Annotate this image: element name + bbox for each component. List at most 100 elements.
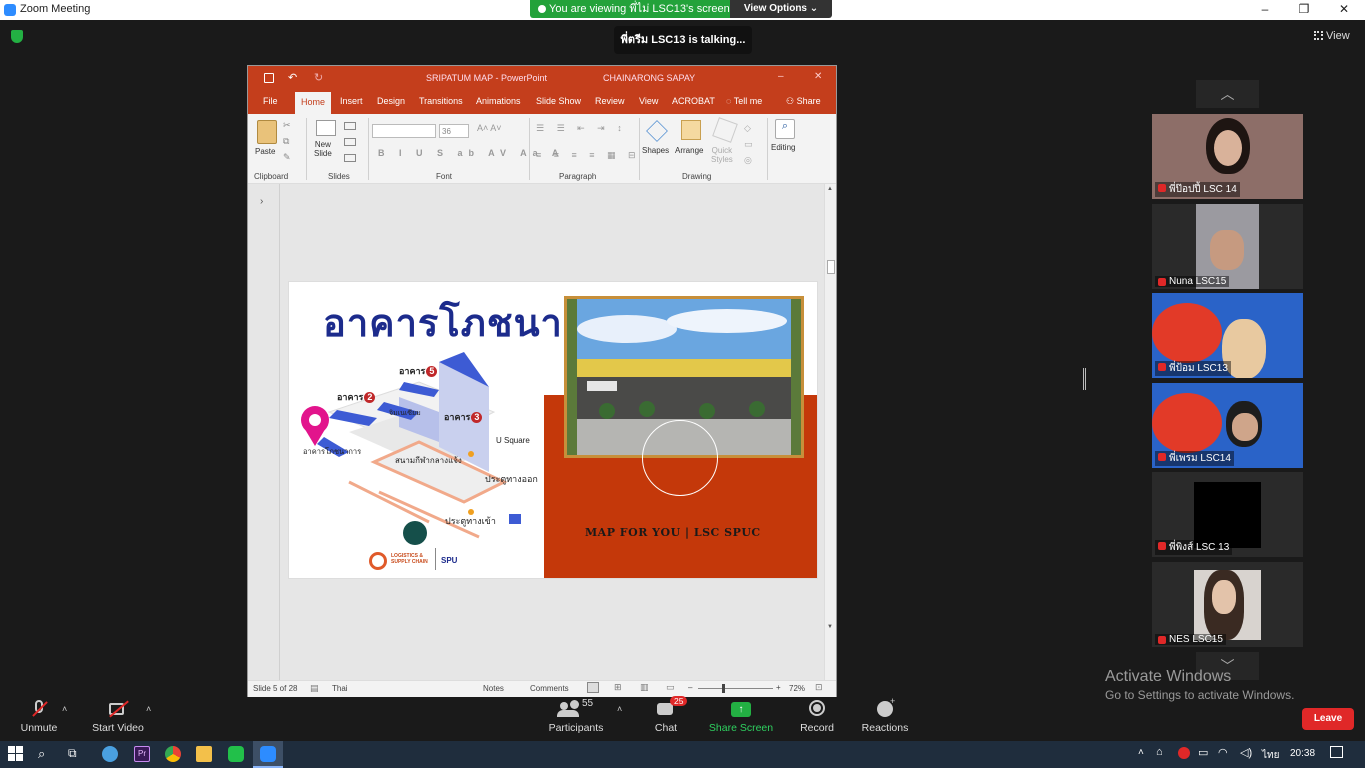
- participant-tile[interactable]: พี่ป๊อปปี้ LSC 14: [1152, 114, 1303, 199]
- shapes-icon[interactable]: [646, 120, 668, 142]
- layout-icon[interactable]: [344, 122, 356, 130]
- fit-slide-icon[interactable]: ⊡: [815, 682, 823, 693]
- section-icon[interactable]: [344, 154, 356, 162]
- align-icons[interactable]: ≡ ≡ ≡ ≡ ▦ ⊟: [536, 150, 641, 161]
- participant-tile[interactable]: NES LSC15: [1152, 562, 1303, 647]
- reading-view-icon[interactable]: ▥: [640, 682, 649, 693]
- format-painter-icon[interactable]: ✎: [283, 152, 291, 163]
- scroll-down-icon[interactable]: ▼: [827, 624, 833, 630]
- antivirus-icon[interactable]: [1178, 747, 1190, 759]
- gallery-up-button[interactable]: ︿: [1196, 80, 1259, 108]
- tell-me-search[interactable]: ◌ Tell me: [726, 96, 762, 106]
- zoom-taskbar-button[interactable]: [253, 741, 283, 768]
- quick-styles-icon[interactable]: [712, 117, 738, 143]
- tab-home[interactable]: Home: [295, 92, 332, 114]
- tab-view[interactable]: View: [639, 96, 658, 106]
- security-shield-icon[interactable]: [11, 30, 23, 43]
- participants-caret-icon[interactable]: ˄: [617, 704, 622, 714]
- tab-transitions[interactable]: Transitions: [419, 96, 463, 106]
- scroll-up-icon[interactable]: ▲: [827, 186, 833, 192]
- volume-icon[interactable]: ◁): [1240, 746, 1252, 759]
- thumbnail-pane[interactable]: ›: [248, 184, 280, 680]
- cut-icon[interactable]: ✂: [283, 120, 291, 131]
- clock[interactable]: 20:38: [1290, 748, 1315, 759]
- scroll-thumb[interactable]: [827, 260, 835, 274]
- find-icon[interactable]: ⌕: [775, 119, 795, 139]
- zoom-level[interactable]: 72%: [789, 684, 805, 693]
- slide-sorter-icon[interactable]: ⊞: [614, 682, 622, 693]
- app-icon[interactable]: [102, 746, 118, 762]
- shape-fill-outline-icons[interactable]: ◇ ▭ ◎: [744, 120, 753, 168]
- ppt-minimize-icon[interactable]: –: [778, 71, 784, 82]
- notes-button[interactable]: Notes: [483, 684, 504, 693]
- notification-center-icon[interactable]: [1330, 746, 1343, 758]
- record-button[interactable]: Record: [798, 700, 836, 734]
- font-grow-shrink-icon[interactable]: A˄ A˅: [477, 123, 502, 133]
- tab-animations[interactable]: Animations: [476, 96, 521, 106]
- wifi-icon[interactable]: ◠: [1218, 746, 1228, 759]
- chat-button[interactable]: 25 Chat: [648, 696, 688, 734]
- normal-view-icon[interactable]: [587, 682, 599, 693]
- arrange-label[interactable]: Arrange: [675, 146, 703, 155]
- reset-icon[interactable]: [344, 138, 356, 146]
- start-video-button[interactable]: Start Video: [92, 700, 144, 734]
- zoom-out-icon[interactable]: –: [688, 683, 692, 692]
- share-button[interactable]: ⚇ Share: [786, 96, 821, 107]
- reactions-button[interactable]: + Reactions: [860, 696, 910, 734]
- network-icon[interactable]: ⌂: [1156, 746, 1163, 758]
- undo-icon[interactable]: ↶: [288, 71, 297, 84]
- unmute-button[interactable]: Unmute: [18, 700, 60, 734]
- language-label[interactable]: Thai: [332, 684, 348, 693]
- comments-button[interactable]: Comments: [530, 684, 569, 693]
- zoom-slider[interactable]: [698, 688, 773, 689]
- minimize-button[interactable]: –: [1245, 0, 1285, 20]
- quick-styles-label[interactable]: Quick Styles: [711, 146, 733, 164]
- tab-acrobat[interactable]: ACROBAT: [672, 96, 715, 106]
- shapes-label[interactable]: Shapes: [642, 146, 669, 155]
- paste-icon[interactable]: [257, 120, 277, 144]
- copy-icon[interactable]: ⧉: [283, 136, 289, 147]
- zoom-in-icon[interactable]: +: [776, 683, 781, 692]
- show-hidden-icons[interactable]: ˄: [1138, 747, 1144, 758]
- list-icons[interactable]: ☰ ☰ ⇤ ⇥ ↕: [536, 123, 627, 134]
- battery-icon[interactable]: ▭: [1198, 746, 1208, 759]
- vertical-scrollbar[interactable]: ▲ ▼: [824, 184, 836, 680]
- search-icon[interactable]: ⌕: [38, 746, 54, 762]
- new-slide-icon[interactable]: [316, 120, 336, 136]
- video-options-caret-icon[interactable]: ˄: [146, 704, 151, 714]
- close-button[interactable]: ✕: [1324, 0, 1364, 20]
- current-slide[interactable]: อาคารโภชนา อาคาร 5 อาคาร 2 อาคาร 3 จิมเน…: [288, 281, 818, 579]
- participants-button[interactable]: 55 Participants: [548, 698, 604, 734]
- new-slide-label[interactable]: New Slide: [314, 140, 332, 158]
- view-options-button[interactable]: View Options ⌄: [730, 0, 832, 18]
- leave-button[interactable]: Leave: [1302, 708, 1354, 730]
- share-screen-button[interactable]: ↑ Share Screen: [708, 700, 774, 734]
- tab-design[interactable]: Design: [377, 96, 405, 106]
- file-explorer-icon[interactable]: [196, 746, 212, 762]
- task-view-icon[interactable]: ⧉: [68, 746, 84, 762]
- editing-label[interactable]: Editing: [771, 143, 795, 152]
- input-language[interactable]: ไทย: [1262, 748, 1279, 763]
- line-app-icon[interactable]: [228, 746, 244, 762]
- participant-tile[interactable]: พี่พิงส์ LSC 13: [1152, 472, 1303, 557]
- ppt-close-icon[interactable]: ✕: [814, 71, 822, 82]
- windows-start-icon[interactable]: [8, 746, 24, 762]
- chrome-icon[interactable]: [165, 746, 181, 762]
- font-name-input[interactable]: [372, 124, 436, 138]
- tab-file[interactable]: File: [263, 96, 278, 106]
- tab-review[interactable]: Review: [595, 96, 625, 106]
- view-layout-button[interactable]: View: [1314, 30, 1350, 42]
- tab-slide-show[interactable]: Slide Show: [536, 96, 581, 106]
- slideshow-icon[interactable]: ▭: [666, 682, 675, 693]
- font-size-input[interactable]: 36: [439, 124, 469, 138]
- premiere-icon[interactable]: Pr: [134, 746, 150, 762]
- zoom-slider-thumb[interactable]: [722, 684, 725, 693]
- gallery-resize-handle[interactable]: [1083, 368, 1086, 390]
- spelling-icon[interactable]: ▤: [310, 683, 319, 694]
- participant-tile[interactable]: พี่ป้อม LSC13: [1152, 293, 1303, 378]
- redo-icon[interactable]: ↻: [314, 71, 323, 84]
- save-icon[interactable]: [264, 73, 274, 83]
- audio-options-caret-icon[interactable]: ˄: [62, 704, 67, 714]
- expand-thumbnails-icon[interactable]: ›: [260, 196, 263, 207]
- maximize-button[interactable]: ❐: [1284, 0, 1324, 20]
